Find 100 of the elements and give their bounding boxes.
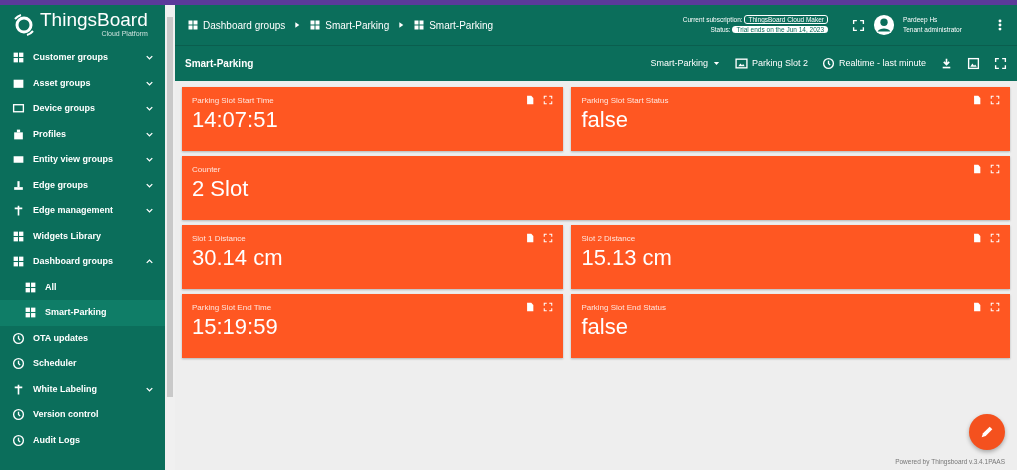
file-icon	[972, 95, 982, 105]
image-icon	[734, 57, 748, 70]
breadcrumb-link[interactable]: Dashboard groups	[187, 17, 286, 33]
file-icon	[972, 164, 982, 174]
sidebar-item[interactable]: Dashboard groups	[0, 249, 165, 275]
fullscreen-button[interactable]	[990, 302, 1000, 312]
export-button[interactable]	[525, 302, 536, 312]
widget-value: 15:19:59	[192, 314, 278, 341]
export-button[interactable]	[972, 233, 982, 243]
menu-icon	[24, 306, 37, 320]
sidebar-item[interactable]: Edge management	[0, 198, 165, 224]
file-icon	[525, 233, 536, 243]
file-icon	[525, 95, 536, 105]
export-button[interactable]	[972, 164, 982, 174]
dashboard-title: Smart-Parking	[185, 57, 254, 71]
logo-icon	[12, 13, 36, 37]
file-icon	[972, 233, 982, 243]
download-icon	[940, 57, 953, 70]
menu-icon	[12, 382, 25, 396]
fullscreen-icon	[543, 95, 554, 105]
grid-icon	[309, 19, 322, 31]
menu-icon	[12, 255, 25, 269]
file-icon	[972, 302, 982, 312]
export-button[interactable]	[967, 57, 980, 70]
widget-title: Counter	[192, 164, 222, 176]
widget-title: Parking Slot Start Status	[581, 95, 669, 107]
menu-icon	[12, 229, 25, 243]
menu-icon	[12, 178, 25, 192]
sidebar-item[interactable]: Smart-Parking	[0, 300, 165, 326]
menu-icon	[12, 51, 25, 65]
fullscreen-icon	[990, 302, 1000, 312]
fullscreen-icon	[994, 57, 1007, 70]
fullscreen-icon	[990, 233, 1000, 243]
fullscreen-icon	[990, 164, 1000, 174]
sidebar-item[interactable]: Profiles	[0, 121, 165, 147]
menu-icon	[12, 127, 25, 141]
fullscreen-button[interactable]	[990, 233, 1000, 243]
separator-icon	[397, 21, 406, 29]
export-button[interactable]	[972, 302, 982, 312]
sidebar-item[interactable]: Version control	[0, 402, 165, 428]
fullscreen-icon	[990, 95, 1000, 105]
fullscreen-button[interactable]	[990, 95, 1000, 105]
entity-button[interactable]: Parking Slot 2	[734, 56, 808, 71]
fullscreen-icon	[852, 18, 865, 32]
fullscreen-button[interactable]	[543, 95, 554, 105]
state-select[interactable]: Smart-Parking	[650, 56, 721, 71]
fullscreen-icon	[543, 302, 554, 312]
fullscreen-button[interactable]	[543, 302, 554, 312]
sidebar-item[interactable]: Device groups	[0, 96, 165, 122]
export-button[interactable]	[972, 95, 982, 105]
pencil-icon	[979, 424, 995, 440]
export-button[interactable]	[525, 95, 536, 105]
menu-icon	[12, 204, 25, 218]
widget-value: 2 Slot	[192, 176, 249, 203]
menu-icon	[12, 357, 25, 371]
timewindow-button[interactable]: Realtime - last minute	[821, 56, 926, 71]
sidebar-item[interactable]: All	[0, 274, 165, 300]
export-button[interactable]	[525, 233, 536, 243]
widget-title: Slot 1 Distance	[192, 233, 247, 245]
separator-icon	[293, 21, 302, 29]
sidebar-item[interactable]: Audit Logs	[0, 427, 165, 453]
scrollbar-thumb[interactable]	[167, 17, 173, 397]
widget-title: Parking Slot End Status	[581, 302, 666, 314]
picture-icon	[967, 57, 980, 70]
widget-value: false	[581, 107, 629, 134]
file-icon	[525, 302, 536, 312]
breadcrumb-link[interactable]: Smart-Parking	[413, 17, 494, 33]
fullscreen-button[interactable]	[852, 18, 865, 32]
logo-text: ThingsBoard	[40, 10, 148, 30]
download-button[interactable]	[940, 57, 953, 70]
menu-icon	[24, 280, 37, 294]
widget-value: 15.13 cm	[581, 245, 672, 272]
widget-title: Parking Slot End Time	[192, 302, 273, 314]
widget-value: 14:07:51	[192, 107, 278, 134]
grid-icon	[187, 19, 199, 31]
fullscreen-button[interactable]	[990, 164, 1000, 174]
sidebar-item[interactable]: Entity view groups	[0, 147, 165, 173]
sidebar-item[interactable]: OTA updates	[0, 325, 165, 351]
sidebar-item[interactable]: Asset groups	[0, 70, 165, 96]
menu-icon	[12, 408, 25, 422]
clock-icon	[821, 57, 835, 70]
grid-icon	[413, 19, 426, 31]
menu-icon	[12, 331, 25, 345]
sidebar-item[interactable]: White Labeling	[0, 376, 165, 402]
avatar-icon	[873, 14, 895, 36]
fullscreen-button[interactable]	[994, 57, 1007, 70]
sidebar-item[interactable]: Scheduler	[0, 351, 165, 377]
sidebar-scrollbar[interactable]	[165, 5, 175, 470]
sidebar-item[interactable]: Edge groups	[0, 172, 165, 198]
breadcrumb-link[interactable]: Smart-Parking	[309, 17, 390, 33]
widget-value: 30.14 cm	[192, 245, 283, 272]
dropdown-icon	[711, 59, 721, 68]
sidebar-item[interactable]: Widgets Library	[0, 223, 165, 249]
widget-value: false	[581, 314, 629, 341]
widget-title: Parking Slot Start Time	[192, 95, 275, 107]
fullscreen-button[interactable]	[543, 233, 554, 243]
sidebar-item[interactable]: Customer groups	[0, 45, 165, 71]
widget-title: Slot 2 Distance	[581, 233, 637, 245]
menu-icon	[12, 433, 25, 447]
fullscreen-icon	[543, 233, 554, 243]
